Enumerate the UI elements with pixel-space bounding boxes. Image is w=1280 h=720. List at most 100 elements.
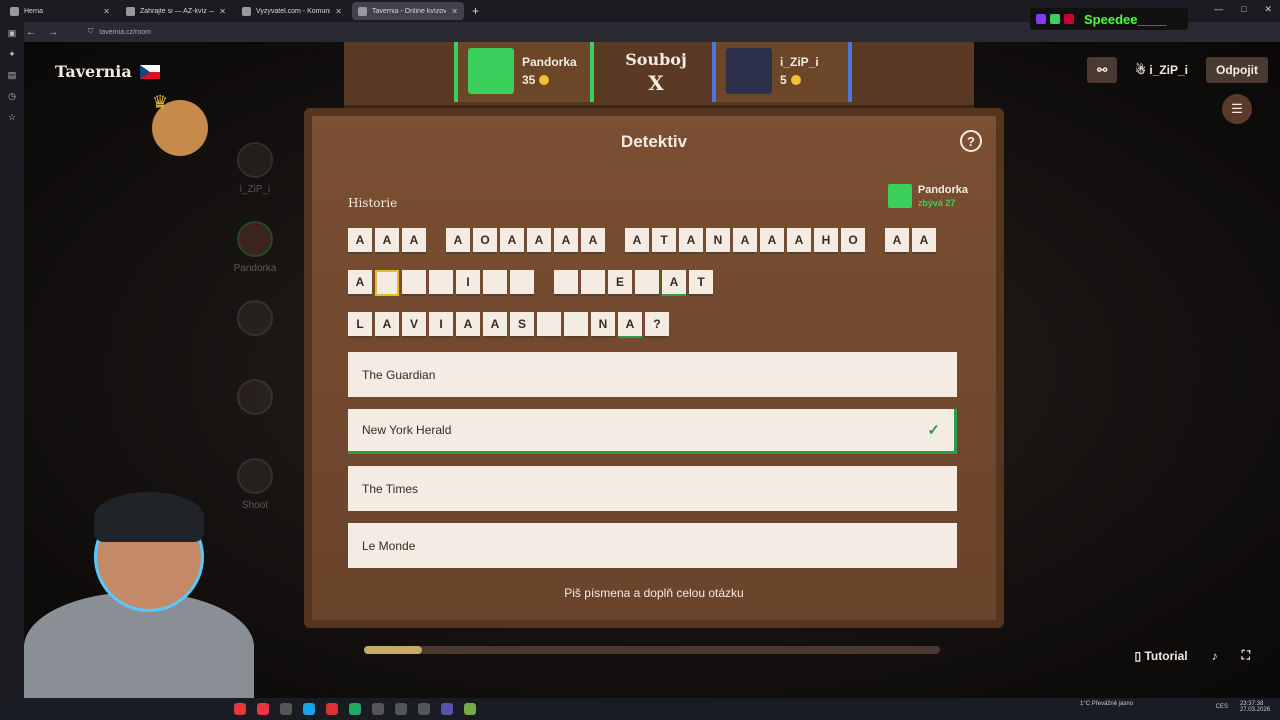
letter-tile[interactable]: A: [527, 228, 551, 254]
letter-tile[interactable]: A: [679, 228, 703, 254]
app-icon[interactable]: [418, 703, 430, 715]
word-gap: [868, 228, 882, 254]
letter-tile[interactable]: [635, 270, 659, 296]
fullscreen-icon[interactable]: ⛶: [1242, 648, 1250, 663]
minimize-button[interactable]: —: [1214, 4, 1223, 15]
streamer-hat: [94, 492, 204, 542]
chat-icon[interactable]: ☰: [1222, 94, 1252, 124]
letter-tile[interactable]: T: [652, 228, 676, 254]
letter-tile[interactable]: A: [348, 270, 372, 296]
app-icon[interactable]: [372, 703, 384, 715]
history-icon[interactable]: ◷: [8, 91, 16, 102]
letter-tile[interactable]: S: [510, 312, 534, 338]
link-icon[interactable]: ⚯: [1087, 57, 1118, 83]
letter-tile[interactable]: ?: [645, 312, 669, 338]
maximize-button[interactable]: □: [1241, 4, 1246, 15]
letter-tile[interactable]: A: [760, 228, 784, 254]
help-icon[interactable]: ?: [960, 130, 982, 152]
app-icon[interactable]: [395, 703, 407, 715]
letter-tile[interactable]: T: [689, 270, 713, 296]
weather-widget[interactable]: 1°C Převážně jasno: [1080, 701, 1133, 707]
tutorial-button[interactable]: ▯ Tutorial: [1135, 649, 1188, 663]
letter-tile[interactable]: [375, 270, 399, 296]
close-window-button[interactable]: ✕: [1264, 4, 1272, 15]
letter-tile[interactable]: [510, 270, 534, 296]
browser-tab[interactable]: Vyzyvatel.com - Komunitní vě ✕: [236, 2, 348, 20]
letter-tile[interactable]: A: [456, 312, 480, 338]
browser-tab[interactable]: Zahrajte si — AZ-kvíz — Český ✕: [120, 2, 232, 20]
letter-tile[interactable]: A: [554, 228, 578, 254]
letter-tile[interactable]: [402, 270, 426, 296]
letter-tile[interactable]: A: [348, 228, 372, 254]
app-icon[interactable]: [257, 703, 269, 715]
letter-tile[interactable]: A: [662, 270, 686, 296]
close-tab-icon[interactable]: ✕: [451, 7, 458, 16]
bookmarks-icon[interactable]: ▤: [8, 70, 17, 81]
answer-option[interactable]: The Guardian: [348, 352, 957, 397]
letter-tile[interactable]: [581, 270, 605, 296]
star-icon[interactable]: ☆: [8, 112, 16, 123]
letter-tile[interactable]: A: [446, 228, 470, 254]
language-indicator[interactable]: CES: [1216, 704, 1228, 710]
letter-tile[interactable]: L: [348, 312, 372, 338]
forward-icon[interactable]: →: [48, 27, 58, 38]
shield-icon[interactable]: ⛉: [88, 28, 93, 36]
letter-tile[interactable]: A: [581, 228, 605, 254]
disconnect-button[interactable]: Odpojit: [1206, 57, 1268, 83]
url-field[interactable]: tavernia.cz/room: [99, 29, 151, 36]
letter-tile[interactable]: [429, 270, 453, 296]
game-board: Detektiv ? Historie Pandorka zbývá 27 AA…: [304, 108, 1004, 628]
letter-tile[interactable]: A: [375, 228, 399, 254]
app-icon[interactable]: [441, 703, 453, 715]
close-tab-icon[interactable]: ✕: [335, 7, 342, 16]
czech-flag-icon[interactable]: [139, 64, 160, 79]
back-icon[interactable]: ←: [26, 27, 36, 38]
app-icon[interactable]: [464, 703, 476, 715]
letter-tile[interactable]: [554, 270, 578, 296]
extensions-icon[interactable]: ✦: [8, 49, 16, 60]
letter-tile[interactable]: H: [814, 228, 838, 254]
app-icon[interactable]: [234, 703, 246, 715]
duel-label: Souboj X: [606, 50, 706, 95]
letter-tile[interactable]: N: [591, 312, 615, 338]
letter-tile[interactable]: I: [456, 270, 480, 296]
clock[interactable]: 23:37:38 27.03.2026: [1240, 701, 1270, 713]
letter-tile[interactable]: [564, 312, 588, 338]
browser-tab[interactable]: Tavernia - Online kvízová hr ✕: [352, 2, 464, 20]
browser-tab[interactable]: Herna ✕: [4, 2, 116, 20]
app-icon[interactable]: [326, 703, 338, 715]
mode-label: Souboj: [625, 50, 687, 69]
letter-tile[interactable]: A: [733, 228, 757, 254]
letter-tile[interactable]: A: [375, 312, 399, 338]
letter-tile[interactable]: A: [483, 312, 507, 338]
letter-tile[interactable]: E: [608, 270, 632, 296]
letter-tile[interactable]: [483, 270, 507, 296]
user-button[interactable]: ☃ i_ZiP_i: [1125, 57, 1198, 83]
letter-tile[interactable]: V: [402, 312, 426, 338]
player-avatar: [237, 221, 273, 257]
letter-tile[interactable]: N: [706, 228, 730, 254]
volume-icon[interactable]: ♪: [1212, 649, 1218, 663]
letter-tile[interactable]: A: [912, 228, 936, 254]
letter-tile[interactable]: A: [885, 228, 909, 254]
app-icon[interactable]: [349, 703, 361, 715]
letter-tile[interactable]: A: [618, 312, 642, 338]
letter-tile[interactable]: A: [625, 228, 649, 254]
new-tab-button[interactable]: +: [472, 4, 479, 18]
answer-option[interactable]: Le Monde: [348, 523, 957, 568]
letter-tile[interactable]: [537, 312, 561, 338]
letter-tile[interactable]: O: [473, 228, 497, 254]
close-tab-icon[interactable]: ✕: [103, 7, 110, 16]
letter-tile[interactable]: A: [500, 228, 524, 254]
letter-tile[interactable]: A: [402, 228, 426, 254]
app-icon[interactable]: [280, 703, 292, 715]
close-tab-icon[interactable]: ✕: [219, 7, 226, 16]
site-logo[interactable]: Tavernia: [55, 62, 160, 81]
sidebar-toggle-icon[interactable]: ▣: [8, 28, 17, 39]
app-icon[interactable]: [303, 703, 315, 715]
letter-tile[interactable]: I: [429, 312, 453, 338]
answer-option[interactable]: New York Herald ✓: [348, 409, 957, 454]
answer-option[interactable]: The Times: [348, 466, 957, 511]
letter-tile[interactable]: A: [787, 228, 811, 254]
letter-tile[interactable]: O: [841, 228, 865, 254]
